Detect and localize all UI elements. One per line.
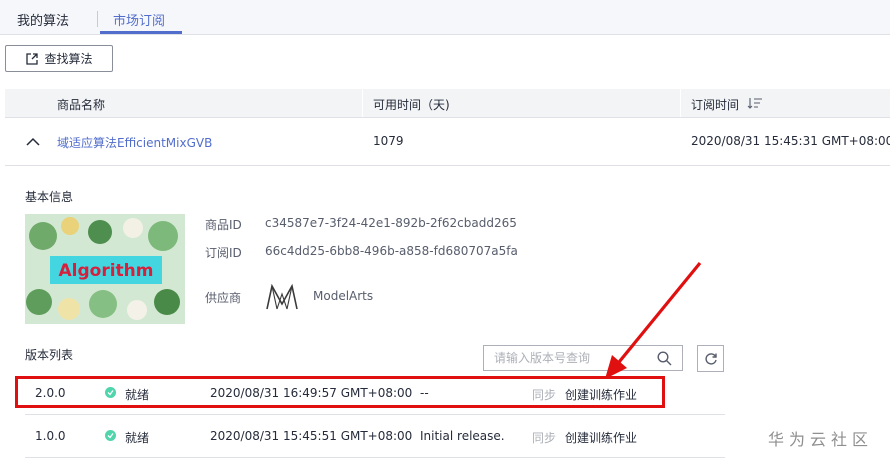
version-status: 就绪 — [125, 431, 150, 445]
chevron-up-icon[interactable] — [26, 137, 40, 147]
thumbnail-text: Algorithm — [59, 261, 154, 281]
row-divider — [25, 414, 725, 415]
sort-descending-icon[interactable] — [747, 97, 763, 109]
header-available-time: 可用时间（天) — [373, 98, 450, 112]
highlight-box — [15, 376, 665, 408]
algorithm-thumbnail: Algorithm — [25, 214, 185, 324]
header-subscribe-time[interactable]: 订阅时间 — [691, 96, 739, 113]
provider-name: ModelArts — [313, 289, 374, 303]
available-days: 1079 — [373, 134, 404, 148]
row-divider — [25, 457, 725, 458]
version-time: 2020/08/31 15:45:51 GMT+08:00 — [210, 429, 413, 443]
version-description: Initial release. — [420, 429, 505, 443]
subscription-id-value: 66c4dd25-6bb8-496b-a858-fd680707a5fa — [265, 244, 518, 258]
sync-button[interactable]: 同步 — [532, 429, 556, 446]
product-id-label: 商品ID — [205, 218, 242, 232]
basic-info-title: 基本信息 — [25, 190, 74, 204]
version-list-title: 版本列表 — [25, 348, 74, 362]
header-divider — [680, 89, 681, 117]
find-algorithm-button[interactable]: 查找算法 — [5, 45, 113, 72]
tab-market-subscriptions[interactable]: 市场订阅 — [113, 10, 165, 29]
status-ok-icon — [105, 430, 116, 444]
active-tab-indicator — [100, 31, 182, 34]
version-link[interactable]: 1.0.0 — [35, 429, 66, 443]
product-id-value: c34587e7-3f24-42e1-892b-2f62cbadd265 — [265, 216, 517, 230]
header-product-name: 商品名称 — [57, 98, 106, 112]
watermark: 华为云社区 — [768, 430, 874, 449]
provider-label: 供应商 — [205, 291, 242, 305]
tab-my-algorithms[interactable]: 我的算法 — [17, 10, 69, 29]
create-training-job-link[interactable]: 创建训练作业 — [565, 429, 637, 446]
external-link-icon — [26, 52, 39, 65]
subscribe-time: 2020/08/31 15:45:31 GMT+08:00 — [691, 134, 890, 148]
tab-divider — [97, 11, 98, 27]
algorithm-image: Algorithm — [25, 214, 185, 324]
annotation-arrow-icon — [605, 261, 702, 379]
find-algorithm-label: 查找算法 — [44, 52, 93, 66]
header-divider — [362, 89, 363, 117]
product-name-link[interactable]: 域适应算法EfficientMixGVB — [57, 134, 212, 151]
subscription-id-label: 订阅ID — [205, 246, 242, 260]
modelarts-logo-icon — [266, 283, 298, 310]
